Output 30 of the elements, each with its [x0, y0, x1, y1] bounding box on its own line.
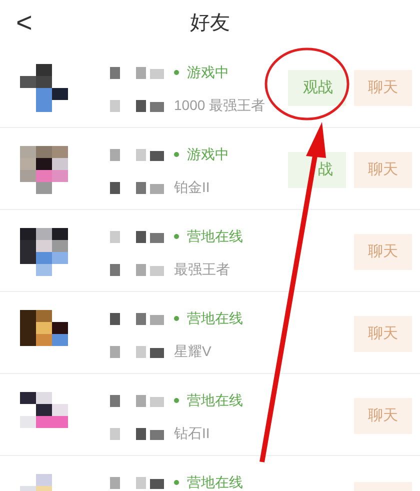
chat-button[interactable]: 聊天	[354, 70, 412, 106]
blurred-name	[110, 394, 166, 406]
chat-button[interactable]: 聊天	[354, 398, 412, 434]
spectate-button[interactable]: 观战	[288, 70, 346, 106]
chat-button[interactable]: 聊天	[354, 234, 412, 270]
blurred-name	[110, 230, 166, 242]
blurred-name	[110, 100, 166, 112]
blurred-name	[110, 476, 166, 488]
status-text: 营地在线	[187, 473, 243, 491]
chat-button[interactable]: 聊天	[354, 316, 412, 352]
back-button[interactable]: <	[16, 9, 32, 37]
blurred-name	[110, 264, 166, 276]
blurred-name	[110, 182, 166, 194]
status-text: 游戏中	[187, 63, 229, 82]
status-text: 营地在线	[187, 227, 243, 246]
status-text: 营地在线	[187, 391, 243, 410]
page-title: 好友	[190, 11, 230, 36]
blurred-name	[110, 428, 166, 440]
blurred-name	[110, 346, 166, 358]
blurred-name	[110, 312, 166, 324]
rank-text: 钻石II	[174, 424, 210, 443]
blurred-name	[110, 66, 166, 78]
blurred-name	[110, 148, 166, 160]
status-text: 营地在线	[187, 309, 243, 328]
rank-text: 铂金II	[174, 178, 210, 197]
rank-text: 最强王者	[174, 260, 230, 279]
status-text: 游戏中	[187, 145, 229, 164]
chat-button[interactable]: 聊天	[354, 152, 412, 188]
rank-text: 1000 最强王者	[174, 96, 266, 115]
rank-text: 星耀V	[174, 342, 212, 361]
